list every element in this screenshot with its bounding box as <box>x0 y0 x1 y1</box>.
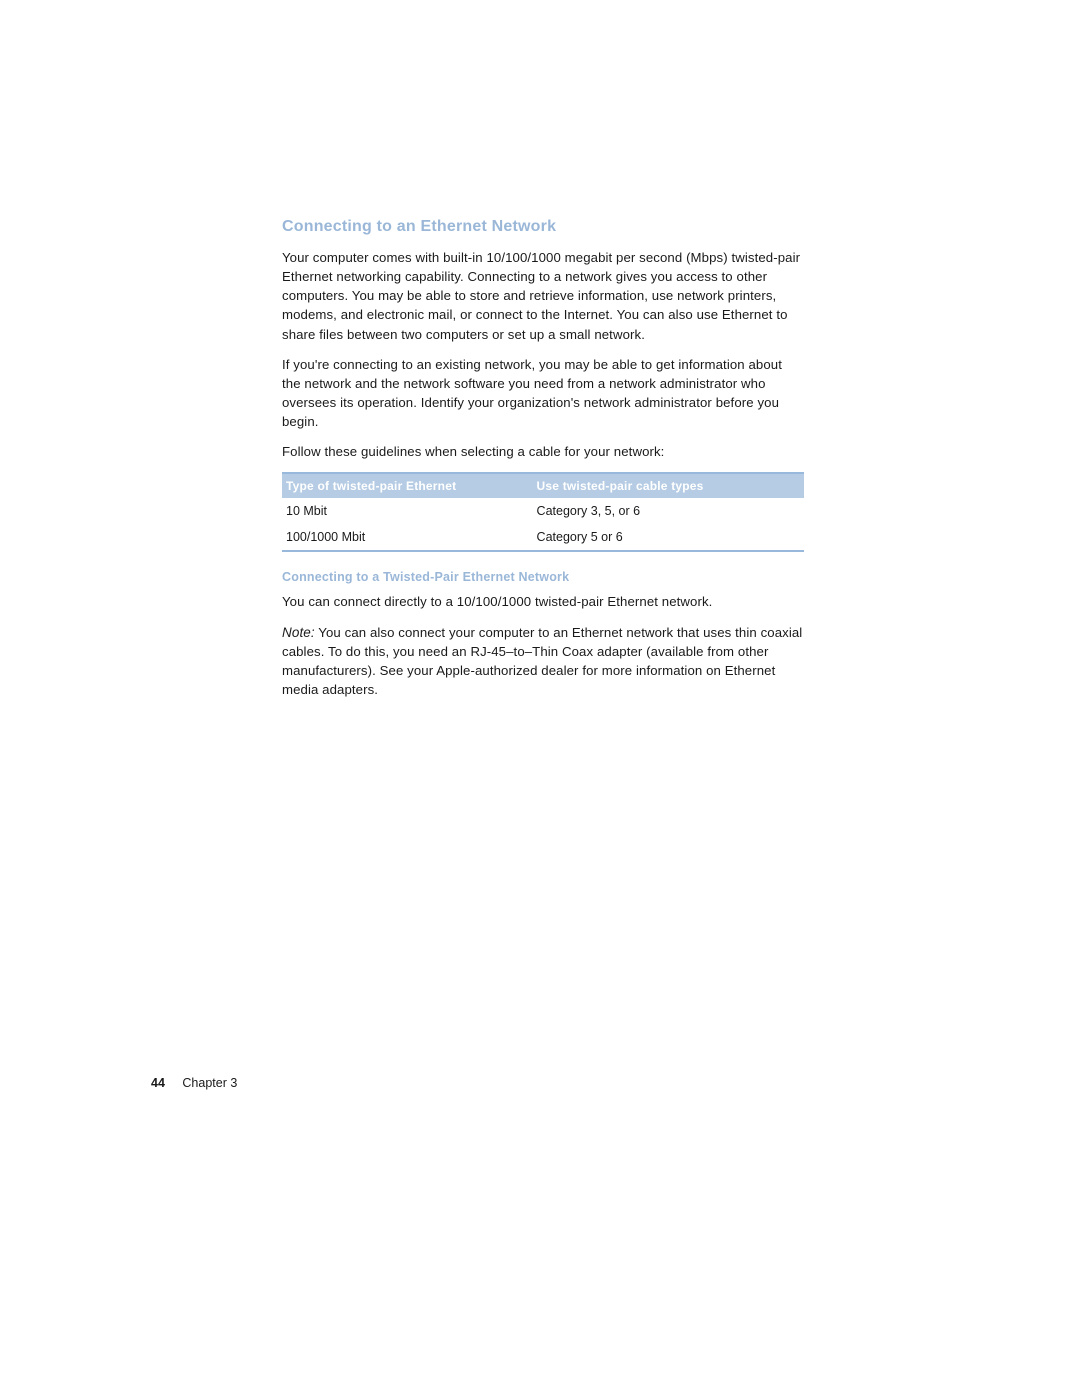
body-paragraph: If you're connecting to an existing netw… <box>282 355 804 432</box>
note-paragraph: Note: You can also connect your computer… <box>282 623 804 700</box>
note-label: Note: <box>282 625 315 640</box>
table-row: 10 Mbit Category 3, 5, or 6 <box>282 498 804 524</box>
body-paragraph: You can connect directly to a 10/100/100… <box>282 592 804 611</box>
page-footer: 44 Chapter 3 <box>151 1076 237 1090</box>
note-text: You can also connect your computer to an… <box>282 625 802 698</box>
table-cell: Category 3, 5, or 6 <box>533 498 804 524</box>
sub-heading: Connecting to a Twisted-Pair Ethernet Ne… <box>282 570 804 584</box>
table-header-cell: Use twisted-pair cable types <box>533 473 804 498</box>
table-cell: Category 5 or 6 <box>533 524 804 551</box>
table-cell: 10 Mbit <box>282 498 533 524</box>
table-header-cell: Type of twisted-pair Ethernet <box>282 473 533 498</box>
chapter-label: Chapter 3 <box>182 1076 237 1090</box>
table-header-row: Type of twisted-pair Ethernet Use twiste… <box>282 473 804 498</box>
table: Type of twisted-pair Ethernet Use twiste… <box>282 472 804 552</box>
table-cell: 100/1000 Mbit <box>282 524 533 551</box>
cable-guidelines-table: Type of twisted-pair Ethernet Use twiste… <box>282 472 804 552</box>
page-content: Connecting to an Ethernet Network Your c… <box>282 218 804 711</box>
section-heading: Connecting to an Ethernet Network <box>282 218 804 236</box>
table-row: 100/1000 Mbit Category 5 or 6 <box>282 524 804 551</box>
page-number: 44 <box>151 1076 165 1090</box>
body-paragraph: Your computer comes with built-in 10/100… <box>282 248 804 344</box>
body-paragraph: Follow these guidelines when selecting a… <box>282 442 804 461</box>
